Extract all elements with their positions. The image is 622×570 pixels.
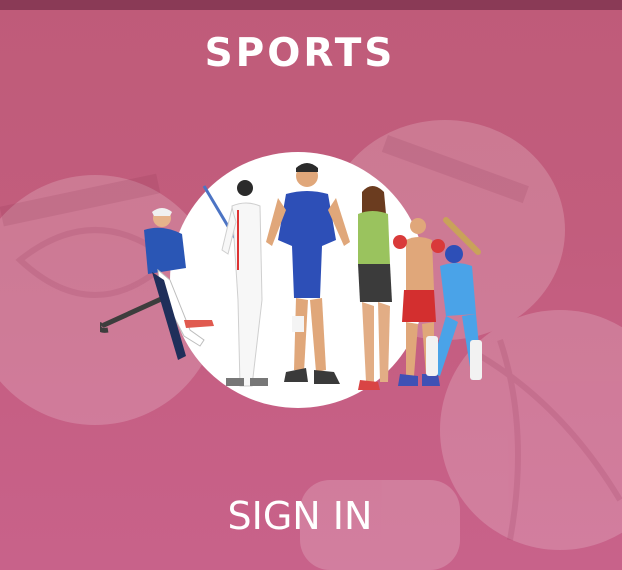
sign-in-button[interactable]: SIGN IN <box>200 488 400 544</box>
splash-screen: SPORTS SIGN IN <box>0 0 622 570</box>
sports-athletes-illustration <box>100 152 482 408</box>
app-title: SPORTS <box>204 31 396 76</box>
